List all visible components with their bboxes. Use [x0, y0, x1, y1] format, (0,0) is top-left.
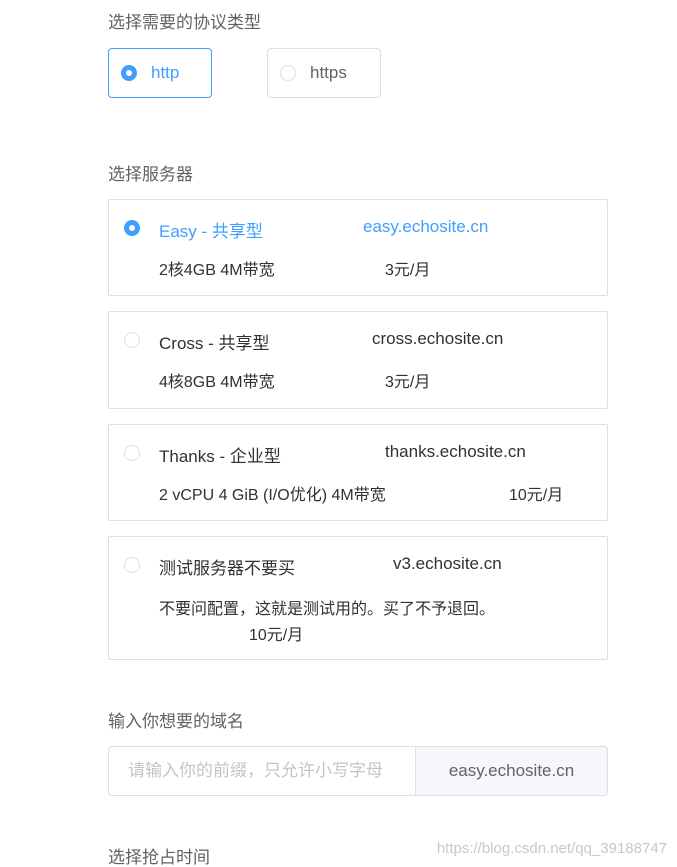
- server-option-test[interactable]: 测试服务器不要买 v3.echosite.cn 不要问配置，这就是测试用的。买了…: [108, 536, 608, 660]
- protocol-section-label: 选择需要的协议类型: [108, 13, 261, 32]
- server-section-label: 选择服务器: [108, 165, 193, 184]
- domain-prefix-input[interactable]: [108, 746, 415, 796]
- server-price: 3元/月: [385, 374, 431, 391]
- server-price: 10元/月: [509, 487, 564, 504]
- server-price: 3元/月: [385, 262, 431, 279]
- protocol-option-label: http: [151, 63, 180, 82]
- server-spec: 2核4GB 4M带宽: [159, 262, 275, 279]
- radio-unchecked-icon[interactable]: [124, 445, 140, 461]
- watermark-text: https://blog.csdn.net/qq_39188747: [436, 840, 667, 857]
- server-host: cross.echosite.cn: [372, 329, 504, 348]
- server-host: thanks.echosite.cn: [385, 442, 526, 461]
- server-host: easy.echosite.cn: [363, 217, 489, 236]
- domain-section-label: 输入你想要的域名: [108, 712, 244, 731]
- server-option-easy[interactable]: Easy - 共享型 easy.echosite.cn 2核4GB 4M带宽 3…: [108, 199, 608, 296]
- server-option-cross[interactable]: Cross - 共享型 cross.echosite.cn 4核8GB 4M带宽…: [108, 311, 608, 409]
- server-name: Cross - 共享型: [159, 334, 270, 353]
- server-name: Easy - 共享型: [159, 222, 263, 241]
- protocol-option-label: https: [310, 63, 347, 82]
- server-name: Thanks - 企业型: [159, 447, 281, 466]
- server-name: 测试服务器不要买: [159, 559, 295, 578]
- server-spec: 4核8GB 4M带宽: [159, 374, 275, 391]
- domain-input-group: easy.echosite.cn: [108, 746, 608, 796]
- protocol-option-https[interactable]: https: [267, 48, 381, 98]
- server-price: 10元/月: [249, 627, 304, 644]
- radio-checked-icon[interactable]: [124, 220, 140, 236]
- server-option-thanks[interactable]: Thanks - 企业型 thanks.echosite.cn 2 vCPU 4…: [108, 424, 608, 521]
- domain-suffix: easy.echosite.cn: [415, 746, 608, 796]
- time-section-label: 选择抢占时间: [108, 848, 210, 867]
- server-spec: 不要问配置，这就是测试用的。买了不予退回。: [159, 601, 496, 618]
- server-spec: 2 vCPU 4 GiB (I/O优化) 4M带宽: [159, 487, 386, 504]
- radio-unchecked-icon[interactable]: [280, 65, 296, 81]
- radio-checked-icon[interactable]: [121, 65, 137, 81]
- server-host: v3.echosite.cn: [393, 554, 502, 573]
- protocol-option-http[interactable]: http: [108, 48, 212, 98]
- radio-unchecked-icon[interactable]: [124, 557, 140, 573]
- radio-unchecked-icon[interactable]: [124, 332, 140, 348]
